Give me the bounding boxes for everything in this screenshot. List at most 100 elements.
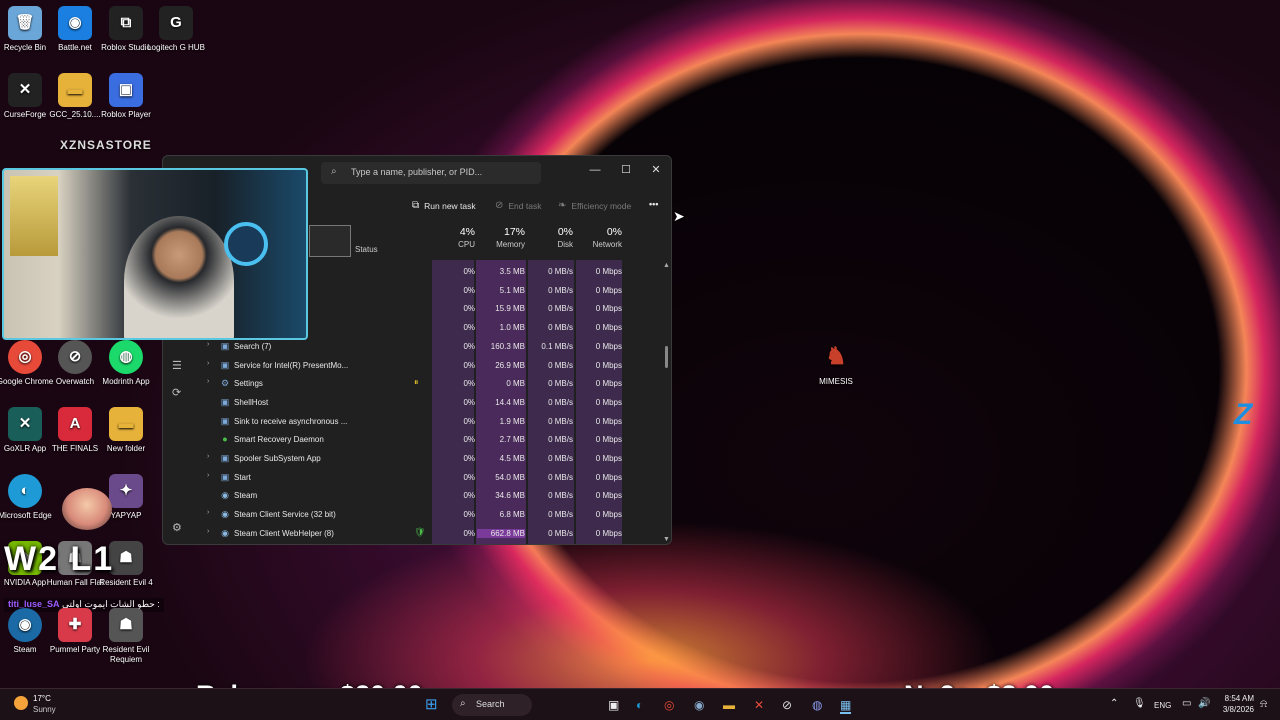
- task-manager-taskbar-icon[interactable]: ▦: [840, 698, 852, 714]
- expand-chevron-icon[interactable]: ›: [207, 378, 209, 385]
- desktop-icon-the-finals[interactable]: A THE FINALS: [46, 407, 104, 454]
- process-icon: ◉: [221, 490, 229, 501]
- name-column-header[interactable]: [309, 225, 351, 257]
- desktop-icon-mimesis[interactable]: ♞ MIMESIS: [807, 340, 865, 387]
- settings-icon[interactable]: ⚙: [172, 521, 182, 534]
- scrollbar[interactable]: ▲ ▼: [663, 260, 671, 544]
- status-column-header[interactable]: Status: [355, 245, 378, 254]
- expand-chevron-icon[interactable]: ›: [207, 453, 209, 460]
- chevron-up-icon[interactable]: ⌃: [1110, 698, 1118, 709]
- process-row[interactable]: ▣ Sink to receive asynchronous ... 0% 1.9 M…: [193, 413, 659, 432]
- process-row[interactable]: › ▣ Service for Intel(R) PresentMo... 0% 26.…: [193, 357, 659, 376]
- webcam-window-shape: [10, 176, 58, 256]
- desktop-icon-new-folder[interactable]: ▬ New folder: [97, 407, 155, 454]
- network-value: 0 Mbps: [595, 416, 622, 426]
- maximize-button[interactable]: ☐: [614, 160, 638, 180]
- disk-column-header[interactable]: 0% Disk: [529, 226, 573, 260]
- desktop-icon-logitech[interactable]: G Logitech G HUB: [147, 6, 205, 53]
- curseforge-icon[interactable]: ✕: [754, 698, 764, 712]
- memory-column-header[interactable]: 17% Memory: [477, 226, 525, 260]
- chrome-icon[interactable]: ◎: [664, 698, 674, 712]
- list-nav-icon[interactable]: ☰: [172, 359, 182, 372]
- social-handle: XZNSASTORE: [60, 138, 152, 152]
- icon-label: Roblox Player: [101, 110, 151, 119]
- desktop-icon-battlenet[interactable]: ◉ Battle.net: [46, 6, 104, 53]
- language-indicator[interactable]: ENG: [1154, 701, 1171, 710]
- process-row[interactable]: › ▣ Search (7) 0% 160.3 MB 0.1 MB/s 0 Mbps: [193, 338, 659, 357]
- desktop-icon-roblox-player[interactable]: ▣ Roblox Player: [97, 73, 155, 120]
- scroll-thumb[interactable]: [665, 346, 668, 368]
- process-icon: ▣: [220, 471, 230, 482]
- score-overlay: W2 L1: [4, 540, 115, 578]
- scroll-up-icon[interactable]: ▲: [663, 262, 670, 269]
- close-button[interactable]: ✕: [644, 160, 668, 180]
- start-button[interactable]: ⊞: [425, 695, 438, 713]
- network-icon[interactable]: ▭: [1182, 698, 1191, 709]
- process-row[interactable]: › ⚙ Settings ⏸ 0% 0 MB 0 MB/s 0 Mbps: [193, 375, 659, 394]
- file-explorer-icon[interactable]: ▬: [723, 698, 735, 712]
- run-new-task-button[interactable]: ⧉ Run new task: [412, 200, 476, 211]
- microphone-icon[interactable]: 🎙: [1133, 698, 1146, 709]
- process-row[interactable]: › ◉ Steam Client Service (32 bit) 0% 6.8 MB 0…: [193, 506, 659, 525]
- desktop-icon-pummel-party[interactable]: ✚ Pummel Party: [46, 608, 104, 655]
- memory-value: 1.0 MB: [499, 323, 525, 333]
- expand-chevron-icon[interactable]: ›: [207, 509, 209, 516]
- process-row[interactable]: › ▣ Start 0% 54.0 MB 0 MB/s 0 Mbps: [193, 469, 659, 488]
- overwatch-icon[interactable]: ⊘: [782, 698, 792, 712]
- temperature: 17°C: [33, 694, 51, 703]
- icon-label: Microsoft Edge: [0, 511, 52, 520]
- search-input[interactable]: ⌕ Type a name, publisher, or PID...: [321, 162, 541, 184]
- network-value: 0 Mbps: [595, 454, 622, 463]
- network-label: Network: [592, 240, 622, 249]
- expand-chevron-icon[interactable]: ›: [207, 360, 209, 367]
- scroll-down-icon[interactable]: ▼: [663, 536, 670, 543]
- memory-value: 5.1 MB: [499, 285, 525, 295]
- desktop-icon-edge[interactable]: ◐ Microsoft Edge: [0, 474, 54, 521]
- disk-value: 0 MB/s: [548, 304, 573, 314]
- efficiency-mode-button[interactable]: ❧ Efficiency mode: [558, 200, 631, 211]
- icon-label: Roblox Studio: [101, 43, 151, 52]
- clock[interactable]: 8:54 AM 3/8/2026: [1218, 694, 1254, 714]
- services-nav-icon[interactable]: ⟳: [172, 386, 181, 399]
- cpu-value: 0%: [463, 379, 475, 389]
- notification-bell-icon[interactable]: ⍾: [1260, 698, 1267, 711]
- task-view-icon[interactable]: ▣: [608, 698, 619, 712]
- cpu-column-header[interactable]: 4% CPU: [433, 226, 475, 260]
- weather-widget[interactable]: 17°C Sunny: [14, 693, 74, 717]
- desktop-icon-re-requiem[interactable]: ☗ Resident Evil Requiem: [97, 608, 155, 665]
- process-icon: ◉: [221, 527, 229, 538]
- desktop-icon-gcc[interactable]: ▬ GCC_25.10....: [46, 73, 104, 120]
- memory-value: 54.0 MB: [495, 472, 525, 482]
- expand-chevron-icon[interactable]: ›: [207, 341, 209, 348]
- battlenet-icon: ◉: [58, 6, 92, 40]
- network-value: 0 Mbps: [595, 285, 622, 295]
- more-options-button[interactable]: •••: [649, 199, 658, 209]
- minimize-button[interactable]: —: [583, 160, 607, 180]
- volume-icon[interactable]: 🔊: [1198, 698, 1210, 709]
- icon-label: Human Fall Flat: [46, 578, 104, 587]
- disk-value: 0 MB/s: [548, 323, 573, 333]
- chrome-icon: ◎: [8, 340, 42, 374]
- process-row[interactable]: ● Smart Recovery Daemon 0% 2.7 MB 0 MB/s 0 Mb…: [193, 431, 659, 450]
- cpu-value: 0%: [463, 304, 475, 314]
- process-row[interactable]: › ◉ Steam Client WebHelper (8) 🛡 0% 662.8 MB 0…: [193, 525, 659, 544]
- network-column-header[interactable]: 0% Network: [577, 226, 622, 260]
- process-name: Service for Intel(R) PresentMo...: [234, 360, 349, 370]
- discord-icon[interactable]: ◍: [812, 698, 822, 712]
- run-new-task-label: Run new task: [424, 200, 476, 211]
- taskbar-search[interactable]: ⌕ Search: [452, 694, 532, 716]
- steam-icon[interactable]: ◉: [694, 698, 704, 712]
- taskbar-search-label: Search: [476, 699, 505, 709]
- process-row[interactable]: › ▣ Spooler SubSystem App 0% 4.5 MB 0 MB/s 0 M…: [193, 450, 659, 469]
- memory-value: 14.4 MB: [495, 397, 525, 407]
- process-row[interactable]: ◉ Steam 0% 34.6 MB 0 MB/s 0 Mbps: [193, 487, 659, 506]
- expand-chevron-icon[interactable]: ›: [207, 472, 209, 479]
- edge-icon[interactable]: ◐: [636, 698, 643, 712]
- desktop-icon-overwatch[interactable]: ⊘ Overwatch: [46, 340, 104, 387]
- end-task-button[interactable]: ⊘ End task: [495, 200, 541, 211]
- process-row[interactable]: ▣ ShellHost 0% 14.4 MB 0 MB/s 0 Mbps: [193, 394, 659, 413]
- goxlr-icon: ✕: [8, 407, 42, 441]
- desktop-icon-modrinth[interactable]: ◍ Modrinth App: [97, 340, 155, 387]
- icon-label: THE FINALS: [51, 444, 99, 453]
- expand-chevron-icon[interactable]: ›: [207, 528, 209, 535]
